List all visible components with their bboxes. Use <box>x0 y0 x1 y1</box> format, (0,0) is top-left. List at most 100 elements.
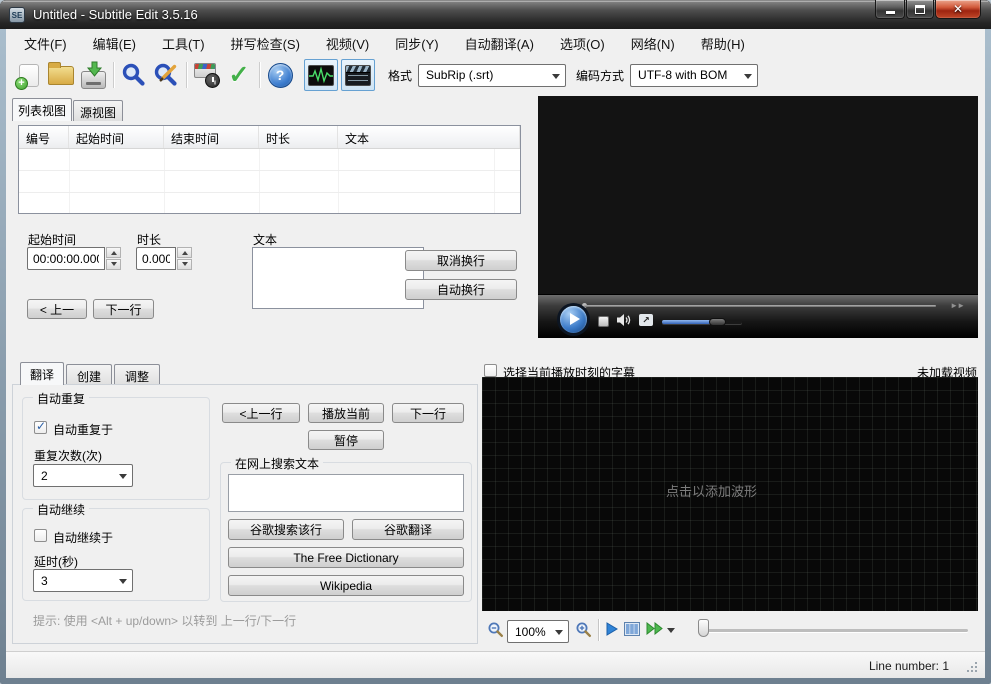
repeat-count-select[interactable]: 2 <box>33 464 133 487</box>
spin-down-icon <box>111 262 117 269</box>
toggle-waveform-button[interactable] <box>304 59 338 91</box>
format-label: 格式 <box>388 67 412 84</box>
start-time-down-button[interactable] <box>106 259 121 270</box>
fast-forward-icon <box>646 622 664 635</box>
auto-break-button[interactable]: 自动换行 <box>405 279 517 300</box>
start-time-input[interactable] <box>27 247 105 270</box>
save-button[interactable] <box>77 59 109 91</box>
mute-button[interactable] <box>616 313 632 332</box>
help-button[interactable]: ? <box>264 59 296 91</box>
find-button[interactable] <box>118 59 150 91</box>
waveform-zoom-value: 100% <box>515 625 546 639</box>
auto-repeat-checkbox-label[interactable]: 自动重复于 <box>53 421 113 438</box>
menu-spellcheck[interactable]: 拼写检查(S) <box>218 30 313 57</box>
tab-translate[interactable]: 翻译 <box>20 362 64 385</box>
navigation-hint: 提示: 使用 <Alt + up/down> 以转到 上一行/下一行 <box>33 612 296 629</box>
column-start-time[interactable]: 起始时间 <box>69 126 164 148</box>
close-button[interactable]: ✕ <box>935 0 981 19</box>
close-icon: ✕ <box>953 2 963 16</box>
previous-line-button[interactable]: <上一行 <box>222 403 300 423</box>
auto-continue-group-label: 自动继续 <box>33 501 89 518</box>
select-current-subtitle-checkbox[interactable] <box>484 364 497 377</box>
waveform-position-thumb[interactable] <box>698 619 709 637</box>
spell-check-button[interactable]: ✓ <box>223 59 255 91</box>
duration-down-button[interactable] <box>177 259 192 270</box>
tab-adjust[interactable]: 调整 <box>114 364 160 385</box>
text-label: 文本 <box>253 231 277 248</box>
auto-continue-checkbox[interactable] <box>34 529 47 542</box>
encoding-select[interactable]: UTF-8 with BOM <box>630 64 758 87</box>
subtitle-list-body[interactable] <box>19 149 520 213</box>
new-file-button[interactable]: + <box>13 59 45 91</box>
app-icon[interactable]: SE <box>9 7 25 23</box>
seek-forward-icon[interactable]: ►► <box>950 301 964 310</box>
next-line-button[interactable]: 下一行 <box>93 299 154 319</box>
auto-continue-checkbox-label[interactable]: 自动继续于 <box>53 529 113 546</box>
volume-thumb[interactable] <box>709 318 726 326</box>
toggle-video-button[interactable] <box>341 59 375 91</box>
visual-sync-button[interactable] <box>191 59 223 91</box>
resize-grip[interactable] <box>967 670 969 672</box>
window-frame-bottom <box>0 678 991 684</box>
waveform-zoom-select[interactable]: 100% <box>507 620 569 643</box>
seek-bar[interactable] <box>584 305 936 307</box>
next-line-button-2[interactable]: 下一行 <box>392 403 464 423</box>
menu-edit[interactable]: 编辑(E) <box>80 30 149 57</box>
volume-slider[interactable] <box>662 320 742 324</box>
tab-source-view[interactable]: 源视图 <box>73 100 123 121</box>
menu-options[interactable]: 选项(O) <box>547 30 618 57</box>
google-search-button[interactable]: 谷歌搜索该行 <box>228 519 344 540</box>
app-window: SE Untitled - Subtitle Edit 3.5.16 ✕ 文件(… <box>0 0 991 684</box>
web-search-input[interactable] <box>228 474 464 512</box>
previous-button[interactable]: < 上一 <box>27 299 87 319</box>
replace-button[interactable] <box>150 59 182 91</box>
duration-input[interactable] <box>136 247 176 270</box>
auto-repeat-checkbox[interactable]: ✓ <box>34 421 47 434</box>
menu-help[interactable]: 帮助(H) <box>688 30 758 57</box>
waveform-area[interactable]: 点击以添加波形 <box>482 377 978 611</box>
free-dictionary-button[interactable]: The Free Dictionary <box>228 547 464 568</box>
zoom-out-icon <box>487 621 504 638</box>
auto-repeat-group-label: 自动重复 <box>33 390 89 407</box>
pause-button[interactable]: 暂停 <box>308 430 384 450</box>
menu-autotranslate[interactable]: 自动翻译(A) <box>452 30 547 57</box>
video-surface[interactable]: ◄◄ ►► ↗ <box>538 96 978 338</box>
menu-sync[interactable]: 同步(Y) <box>382 30 451 57</box>
column-duration[interactable]: 时长 <box>259 126 338 148</box>
column-number[interactable]: 编号 <box>19 126 69 148</box>
open-file-button[interactable] <box>45 59 77 91</box>
play-current-button[interactable]: 播放当前 <box>308 403 384 423</box>
maximize-button[interactable] <box>906 0 934 19</box>
zoom-in-button[interactable] <box>575 621 592 643</box>
menu-file[interactable]: 文件(F) <box>11 30 80 57</box>
tab-create[interactable]: 创建 <box>66 364 112 385</box>
stop-button[interactable] <box>598 316 609 327</box>
unbreak-button[interactable]: 取消换行 <box>405 250 517 271</box>
waveform-icon <box>308 65 334 86</box>
subtitle-text-input[interactable] <box>252 247 424 309</box>
playback-speed-button[interactable] <box>646 622 664 640</box>
column-end-time[interactable]: 结束时间 <box>164 126 259 148</box>
delay-select[interactable]: 3 <box>33 569 133 592</box>
titlebar[interactable]: SE Untitled - Subtitle Edit 3.5.16 ✕ <box>0 0 991 29</box>
menu-network[interactable]: 网络(N) <box>618 30 688 57</box>
google-translate-button[interactable]: 谷歌翻译 <box>352 519 464 540</box>
waveform-position-slider[interactable] <box>700 629 968 632</box>
duration-up-button[interactable] <box>177 247 192 258</box>
format-select[interactable]: SubRip (.srt) <box>418 64 566 87</box>
fullscreen-button[interactable]: ↗ <box>639 314 653 326</box>
waveform-play-button[interactable] <box>606 622 618 641</box>
waveform-view-mode-button[interactable] <box>624 622 640 641</box>
zoom-out-button[interactable] <box>487 621 504 643</box>
start-time-up-button[interactable] <box>106 247 121 258</box>
menu-tools[interactable]: 工具(T) <box>149 30 218 57</box>
tab-list-view[interactable]: 列表视图 <box>12 98 72 121</box>
wikipedia-button[interactable]: Wikipedia <box>228 575 464 596</box>
column-text[interactable]: 文本 <box>338 126 520 148</box>
minimize-button[interactable] <box>875 0 905 19</box>
speed-dropdown-arrow-icon[interactable] <box>667 628 675 637</box>
subtitle-list[interactable]: 编号 起始时间 结束时间 时长 文本 <box>18 125 521 214</box>
encoding-label: 编码方式 <box>576 67 624 84</box>
play-button[interactable] <box>560 306 587 333</box>
menu-video[interactable]: 视频(V) <box>313 30 382 57</box>
